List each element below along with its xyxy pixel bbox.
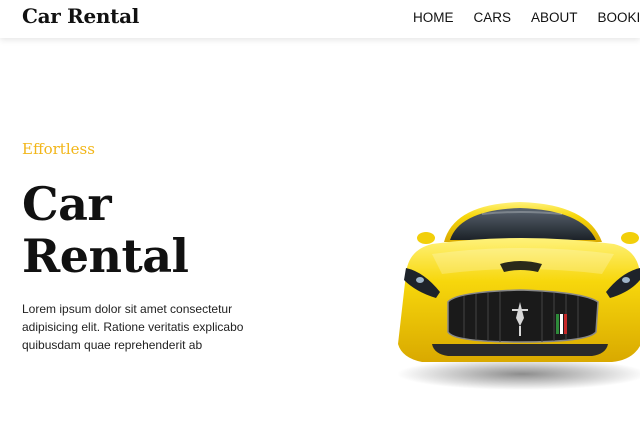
right-mirror <box>621 232 639 244</box>
nav-link-booking[interactable]: BOOKING <box>598 10 640 25</box>
hero-title-line-2: Rental <box>22 229 189 283</box>
hero-car-image <box>392 194 640 394</box>
nav-link-about[interactable]: ABOUT <box>531 10 578 25</box>
navbar: Car Rental HOME CARS ABOUT BOOKING <box>0 0 640 38</box>
nav-links: HOME CARS ABOUT BOOKING <box>413 10 640 25</box>
car-illustration <box>397 202 640 390</box>
hero-description: Lorem ipsum dolor sit amet consectetur a… <box>22 302 244 352</box>
hero-section: Effortless Car Rental Lorem ipsum dolor … <box>22 140 272 354</box>
hero-title-line-1: Car <box>22 177 112 231</box>
car-shadow <box>397 358 640 390</box>
nav-link-home[interactable]: HOME <box>413 10 454 25</box>
hero-title: Car Rental <box>22 178 272 282</box>
left-mirror <box>417 232 435 244</box>
nav-link-cars[interactable]: CARS <box>474 10 512 25</box>
hero-tagline: Effortless <box>22 140 95 158</box>
brand-logo[interactable]: Car Rental <box>22 4 139 28</box>
